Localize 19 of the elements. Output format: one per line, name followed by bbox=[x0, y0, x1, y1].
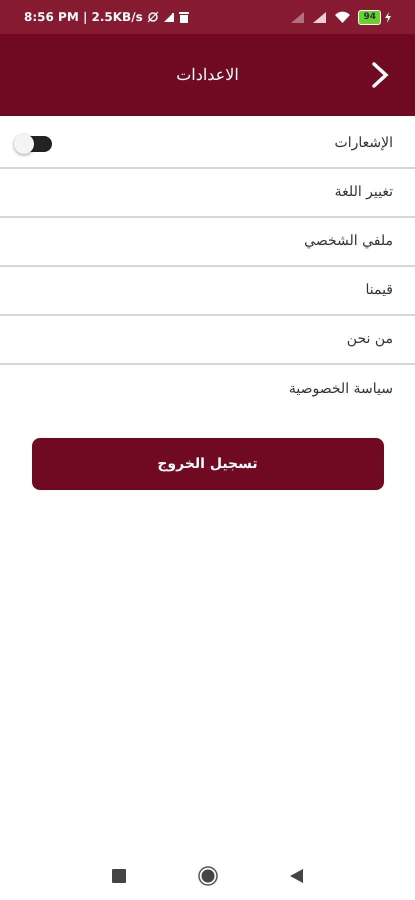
settings-link[interactable]: ملفي الشخصي bbox=[304, 231, 393, 252]
battery-level: 94 bbox=[358, 10, 381, 24]
logout-button[interactable]: تسجيل الخروج bbox=[32, 438, 384, 490]
settings-link[interactable]: سياسة الخصوصية bbox=[288, 379, 393, 400]
setting-label: الإشعارات bbox=[334, 134, 393, 153]
back-button[interactable] bbox=[371, 61, 389, 89]
wifi-icon bbox=[335, 11, 350, 23]
charging-icon bbox=[385, 12, 391, 22]
status-time: 8:56 PM | 2.5KB/s bbox=[24, 9, 143, 26]
page-title: الاعدادات bbox=[176, 64, 239, 86]
back-nav-button[interactable] bbox=[290, 869, 303, 883]
triangle-icon bbox=[162, 12, 175, 22]
settings-link[interactable]: قيمنا bbox=[365, 280, 393, 301]
settings-link[interactable]: تغيير اللغة bbox=[334, 182, 393, 203]
trash-icon bbox=[178, 11, 189, 23]
signal-icon bbox=[313, 12, 328, 22]
home-button[interactable] bbox=[198, 866, 218, 886]
signal-icon bbox=[291, 12, 306, 22]
settings-link[interactable]: من نحن bbox=[346, 329, 393, 350]
